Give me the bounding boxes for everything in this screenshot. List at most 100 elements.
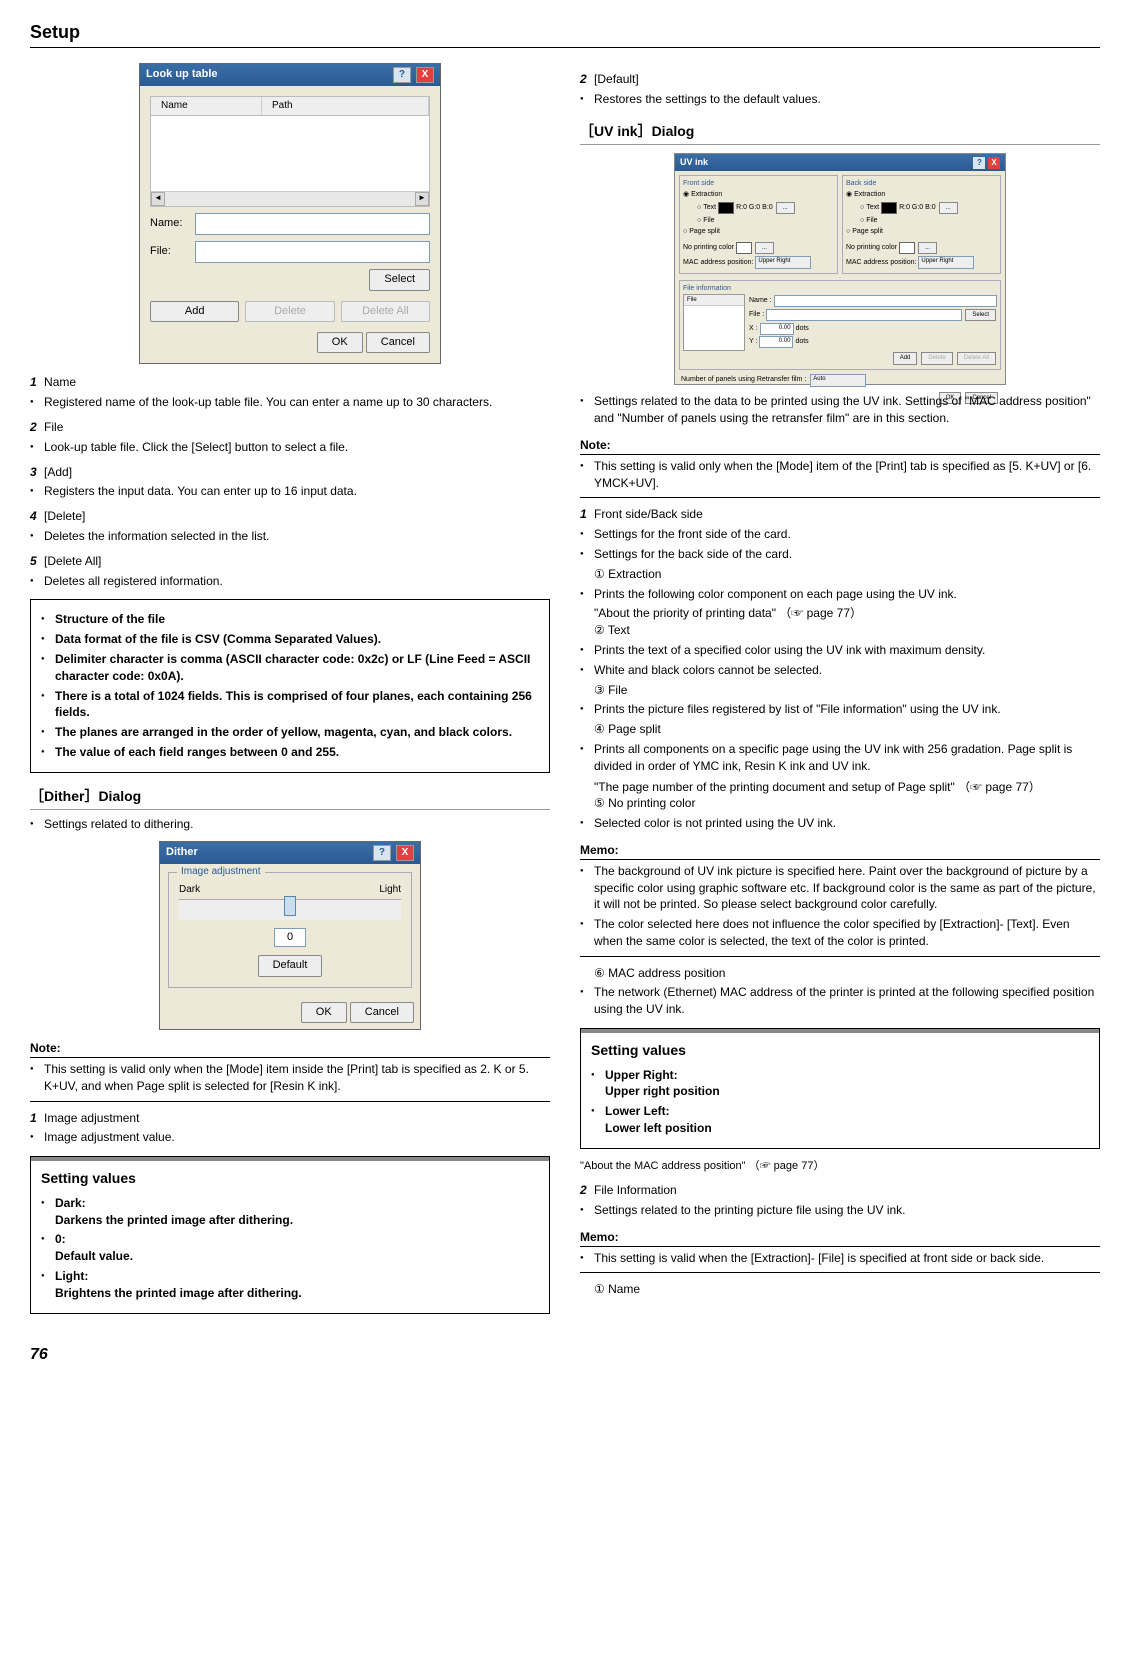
lookup-list[interactable]: ◄ ► <box>150 116 430 207</box>
memo-heading: Memo: <box>580 842 1100 860</box>
cancel-button[interactable]: Cancel <box>366 332 430 353</box>
mac-label: MAC address position: <box>683 258 753 268</box>
radio-icon[interactable]: ○ <box>846 227 850 237</box>
col-header-path[interactable]: Path <box>262 97 429 115</box>
radio-icon[interactable]: ○ <box>683 227 687 237</box>
opt-label: Text <box>703 203 716 213</box>
circled-item: ⑥ MAC address position <box>580 965 1100 982</box>
box-line: Delimiter character is comma (ASCII char… <box>41 651 539 685</box>
y-label: Y : <box>749 337 757 347</box>
file-select-button[interactable]: Select <box>965 309 996 321</box>
dither-default-button[interactable]: Default <box>258 955 323 976</box>
uv-dialog-title: UV ink <box>680 156 708 169</box>
radio-icon[interactable]: ○ <box>697 216 701 226</box>
radio-icon[interactable]: ○ <box>697 203 701 213</box>
setting-values-title: Setting values <box>591 1041 1089 1061</box>
item-desc: Prints the text of a specified color usi… <box>580 642 1100 659</box>
box-line: The planes are arranged in the order of … <box>41 724 539 741</box>
item-num: 5 <box>30 554 37 568</box>
browse-button[interactable]: ... <box>776 202 795 214</box>
item-desc: Prints all components on a specific page… <box>580 741 1100 775</box>
item-num: 2 <box>580 1183 587 1197</box>
sv-desc: Darkens the printed image after ditherin… <box>55 1213 293 1227</box>
file-delete-all-button: Delete All <box>957 352 996 364</box>
y-input[interactable]: 0.00 <box>759 336 793 348</box>
scroll-left-icon[interactable]: ◄ <box>151 192 165 206</box>
close-icon[interactable]: X <box>988 157 1000 168</box>
x-input[interactable]: 0.00 <box>760 323 794 335</box>
mac-position-select[interactable]: Upper Right <box>755 256 811 269</box>
file-input[interactable] <box>195 241 430 263</box>
fname-input[interactable] <box>774 295 997 307</box>
memo-heading: Memo: <box>580 1229 1100 1247</box>
scroll-right-icon[interactable]: ► <box>415 192 429 206</box>
item-desc: Settings for the back side of the card. <box>580 546 1100 563</box>
memo-text: The background of UV ink picture is spec… <box>580 863 1100 913</box>
radio-icon[interactable]: ○ <box>860 216 864 226</box>
file-list[interactable]: File <box>683 294 745 351</box>
slider-thumb[interactable] <box>284 896 296 916</box>
browse-button[interactable]: ... <box>918 242 937 254</box>
uv-ink-section-title: ［UV ink］Dialog <box>580 122 1100 146</box>
back-side-label: Back side <box>846 179 997 189</box>
dither-value[interactable]: 0 <box>274 928 306 947</box>
slider-light-label: Light <box>379 883 401 897</box>
cross-ref: "About the priority of printing data" （☞… <box>580 605 1100 622</box>
unit-label: dots <box>795 337 808 347</box>
browse-button[interactable]: ... <box>755 242 774 254</box>
help-icon[interactable]: ? <box>973 157 985 168</box>
close-icon[interactable]: X <box>416 67 434 83</box>
box-line: Structure of the file <box>41 611 539 628</box>
select-button[interactable]: Select <box>369 269 430 290</box>
horizontal-scrollbar[interactable]: ◄ ► <box>151 191 429 206</box>
close-icon[interactable]: X <box>396 845 414 861</box>
radio-icon[interactable]: ◉ <box>846 190 852 200</box>
box-line: There is a total of 1024 fields. This is… <box>41 688 539 722</box>
help-icon[interactable]: ? <box>393 67 411 83</box>
noprint-label: No printing color <box>846 243 897 253</box>
browse-button[interactable]: ... <box>939 202 958 214</box>
mac-label: MAC address position: <box>846 258 916 268</box>
color-swatch[interactable] <box>718 202 734 214</box>
radio-icon[interactable]: ○ <box>860 203 864 213</box>
dither-ok-button[interactable]: OK <box>301 1002 347 1023</box>
note-text: This setting is valid only when the [Mod… <box>580 458 1100 492</box>
panels-select[interactable]: Auto <box>810 374 866 387</box>
list-header: File <box>684 295 744 306</box>
box-line: The value of each field ranges between 0… <box>41 744 539 761</box>
name-label: Name: <box>150 216 195 231</box>
radio-icon[interactable]: ◉ <box>683 190 689 200</box>
item-title: Image adjustment <box>44 1111 139 1125</box>
item-desc: Registers the input data. You can enter … <box>30 483 550 500</box>
sv-desc: Lower left position <box>605 1121 712 1135</box>
color-swatch[interactable] <box>881 202 897 214</box>
item-desc: Deletes all registered information. <box>30 573 550 590</box>
setting-values-box: Setting values Upper Right:Upper right p… <box>580 1028 1100 1149</box>
item-title: File Information <box>594 1183 677 1197</box>
color-swatch[interactable] <box>899 242 915 254</box>
item-desc: Prints the following color component on … <box>580 586 1100 603</box>
setting-values-box: Setting values Dark:Darkens the printed … <box>30 1156 550 1313</box>
item-desc: Prints the picture files registered by l… <box>580 701 1100 718</box>
dither-slider[interactable] <box>179 899 401 920</box>
add-button[interactable]: Add <box>150 301 239 322</box>
ok-button[interactable]: OK <box>317 332 363 353</box>
opt-label: File <box>703 216 714 226</box>
item-title: [Delete] <box>44 509 85 523</box>
item-title: [Add] <box>44 465 72 479</box>
color-swatch[interactable] <box>736 242 752 254</box>
circled-item: ① Name <box>580 1281 1100 1298</box>
lookup-dialog-title: Look up table <box>146 67 218 82</box>
opt-label: Text <box>866 203 879 213</box>
panels-label: Number of panels using Retransfer film : <box>681 375 806 385</box>
col-header-name[interactable]: Name <box>151 97 262 115</box>
mac-position-select[interactable]: Upper Right <box>918 256 974 269</box>
item-desc: Settings for the front side of the card. <box>580 526 1100 543</box>
dither-cancel-button[interactable]: Cancel <box>350 1002 414 1023</box>
item-desc: White and black colors cannot be selecte… <box>580 662 1100 679</box>
item-desc: Look-up table file. Click the [Select] b… <box>30 439 550 456</box>
name-input[interactable] <box>195 213 430 235</box>
file-add-button[interactable]: Add <box>893 352 918 364</box>
ffile-input[interactable] <box>766 309 962 321</box>
help-icon[interactable]: ? <box>373 845 391 861</box>
